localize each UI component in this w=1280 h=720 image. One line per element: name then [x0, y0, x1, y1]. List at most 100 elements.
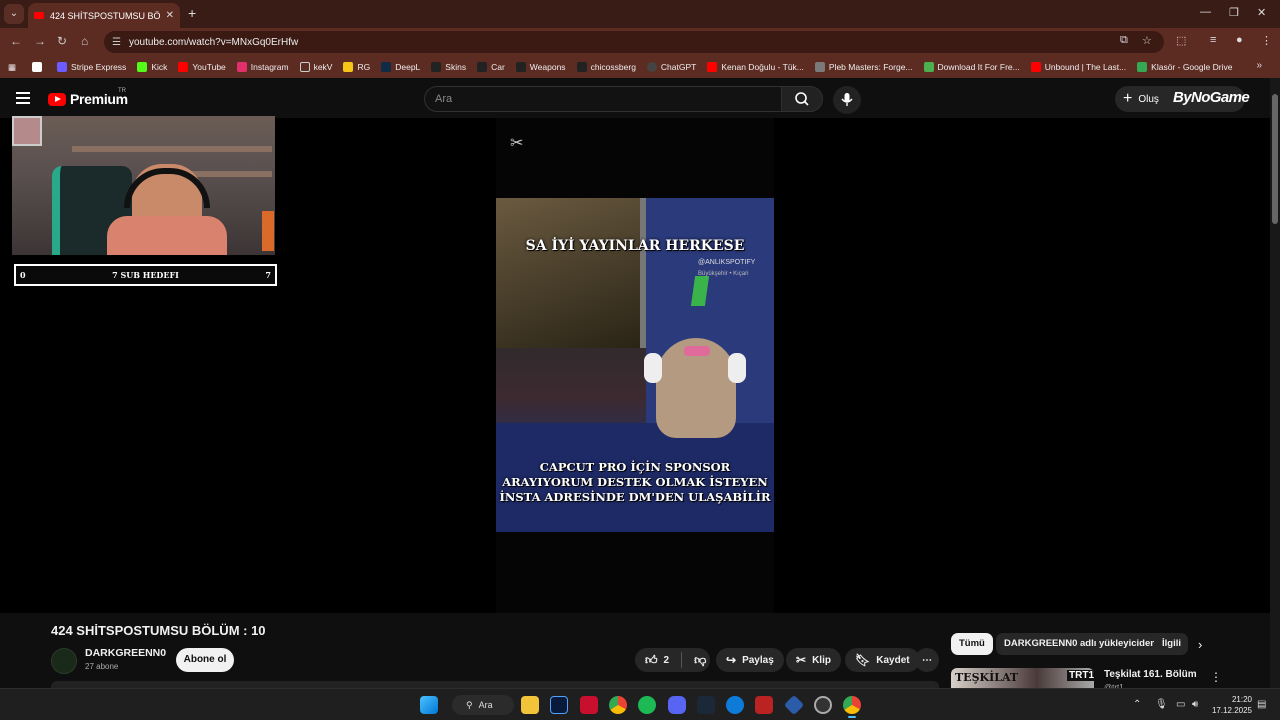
channel-name[interactable]: DARKGREENN0 [85, 647, 166, 659]
page-scrollbar[interactable] [1270, 78, 1280, 688]
search-input[interactable]: Ara [424, 86, 782, 112]
channel-avatar[interactable] [51, 648, 77, 674]
save-button[interactable]: 🔖︎ Kaydet [845, 648, 920, 672]
search-icon [795, 92, 809, 106]
spotify-icon[interactable] [638, 696, 656, 714]
share-button[interactable]: ↪ Paylaş [716, 648, 784, 672]
country-code: TR [118, 88, 126, 94]
bookmark-folder[interactable]: kekV [299, 62, 332, 72]
photoshop-icon[interactable] [550, 696, 568, 714]
bookmark-item[interactable]: RG [343, 62, 370, 72]
install-icon[interactable]: ⧉ [1120, 34, 1128, 47]
share-label: Paylaş [742, 654, 774, 666]
home-icon[interactable]: ⌂ [81, 34, 88, 48]
bookmarks-bar: ▦ Stripe Express Kick YouTube Instagram … [0, 56, 1280, 78]
mic-tray-icon[interactable]: 🎙︎ [1155, 699, 1168, 710]
restore-icon[interactable]: ❐ [1229, 6, 1239, 19]
related-more-icon[interactable]: ⋮ [1210, 670, 1222, 684]
headphone-left [644, 353, 662, 383]
related-thumbnail[interactable]: TEŞKİLAT TRT1 [951, 668, 1094, 688]
network-icon[interactable]: ▭ [1176, 699, 1185, 710]
profile-icon[interactable]: ● [1236, 34, 1243, 46]
taskbar-search[interactable]: ⚲ Ara [452, 695, 514, 715]
bookmarks-overflow-icon[interactable]: » [1256, 60, 1262, 71]
system-clock[interactable]: 21:20 17.12.2025 [1208, 694, 1252, 716]
streamer-shirt [107, 216, 227, 255]
bookmark-item[interactable]: chicossberg [576, 62, 636, 72]
close-tab-icon[interactable]: ✕ [166, 10, 174, 21]
more-icon: ⋯ [922, 654, 932, 666]
bookmark-item[interactable]: Skins [431, 62, 466, 72]
menu-kebab-icon[interactable]: ⋮ [1261, 34, 1272, 47]
bookmark-star-icon[interactable]: ☆ [1142, 34, 1152, 47]
edge-icon[interactable] [726, 696, 744, 714]
chip-uploader[interactable]: DARKGREENN0 adlı yükleyiciden [996, 633, 1165, 655]
bookmark-item[interactable]: Unbound | The Last... [1030, 62, 1126, 72]
sub-goal-bar: 0 7 SUB HEDEFI 7 [14, 264, 277, 286]
like-icon[interactable]: 👍︎ [645, 653, 658, 668]
chrome-icon[interactable] [609, 696, 627, 714]
bookmark-item[interactable]: Download It For Fre... [923, 62, 1020, 72]
voice-search-button[interactable] [833, 86, 861, 114]
chrome-icon[interactable] [843, 696, 861, 714]
bookmark-item[interactable]: Kick [137, 62, 167, 72]
bookmark-item[interactable]: YouTube [178, 62, 226, 72]
chicossberg-icon [576, 62, 587, 72]
bookmark-item[interactable]: Klasör - Google Drive [1137, 62, 1232, 72]
close-window-icon[interactable]: ✕ [1257, 6, 1266, 19]
bookmark-item[interactable]: Car [477, 62, 505, 72]
google-drive-icon [1137, 62, 1148, 72]
reading-list-icon[interactable]: ≡ [1210, 34, 1216, 46]
extensions-icon[interactable]: ⬚ [1176, 34, 1186, 47]
capcut-logo-icon: ✂ [510, 135, 524, 152]
youtube-premium-logo[interactable]: Premium TR [48, 88, 128, 107]
dislike-icon[interactable]: 👎︎ [694, 653, 706, 668]
bookmark-item[interactable]: Stripe Express [57, 62, 126, 72]
steam-icon[interactable] [697, 696, 715, 714]
forward-icon[interactable]: → [34, 34, 46, 48]
volume-icon[interactable]: 🔊︎ [1192, 699, 1198, 710]
chevron-right-icon[interactable]: › [1198, 637, 1202, 652]
chip-all[interactable]: Tümü [951, 633, 993, 655]
obs-icon[interactable] [814, 696, 832, 714]
bookmark-item[interactable]: Weapons [515, 62, 566, 72]
video-handle: @ANLIKSPOTIFY [698, 259, 756, 266]
tray-overflow-icon[interactable]: ⌃ [1133, 699, 1141, 710]
bookmark-item[interactable] [32, 62, 46, 72]
bookmark-item[interactable]: Pleb Masters: Forge... [814, 62, 913, 72]
overlay-line-3: İNSTA ADRESİNDE DM'DEN ULAŞABİLİR [499, 490, 771, 504]
app-icon[interactable] [755, 696, 773, 714]
bookmark-item[interactable]: Kenan Doğulu - Tük... [707, 62, 804, 72]
start-icon[interactable] [420, 696, 438, 714]
tab-search-button[interactable]: ⌄ [4, 4, 24, 24]
site-info-icon[interactable]: ☰ [112, 37, 121, 48]
filezilla-icon[interactable] [580, 696, 598, 714]
minimize-icon[interactable]: — [1200, 6, 1211, 18]
related-title[interactable]: Teşkilat 161. Bölüm [1104, 669, 1197, 680]
video-frame[interactable]: SA İYİ YAYINLAR HERKESE @ANLIKSPOTIFY Bü… [496, 198, 774, 532]
active-tab[interactable]: 424 SHİTSPOSTUMSU BÖLÜM : 10 ✕ [28, 3, 180, 28]
back-icon[interactable]: ← [10, 34, 22, 48]
hamburger-menu-icon[interactable] [16, 92, 30, 104]
bookmark-item[interactable]: ChatGPT [646, 62, 696, 72]
address-bar[interactable]: ☰ youtube.com/watch?v=MNxGq0ErHfw [104, 31, 1164, 53]
apps-grid-icon[interactable]: ▦ [8, 62, 16, 73]
description-box[interactable] [51, 681, 939, 688]
clip-button[interactable]: ✂ Klip [786, 648, 841, 672]
bookmark-favicon-icon [32, 62, 43, 72]
bookmark-item[interactable]: DeepL [381, 62, 420, 72]
reload-icon[interactable]: ↻ [57, 34, 67, 48]
notifications-icon[interactable]: ▤ [1257, 699, 1266, 710]
bookmark-item[interactable]: Instagram [236, 62, 289, 72]
more-actions-button[interactable]: ⋯ [915, 648, 939, 672]
search-button[interactable] [781, 86, 823, 112]
scrollbar-thumb[interactable] [1272, 94, 1278, 224]
skins-icon [431, 62, 442, 72]
discord-icon[interactable] [668, 696, 686, 714]
chip-related[interactable]: İlgili [1154, 633, 1188, 655]
deepl-icon [381, 62, 392, 72]
app-icon[interactable] [783, 694, 805, 716]
new-tab-icon[interactable]: + [188, 5, 196, 21]
subscribe-button[interactable]: Abone ol [176, 648, 234, 672]
file-explorer-icon[interactable] [521, 696, 539, 714]
